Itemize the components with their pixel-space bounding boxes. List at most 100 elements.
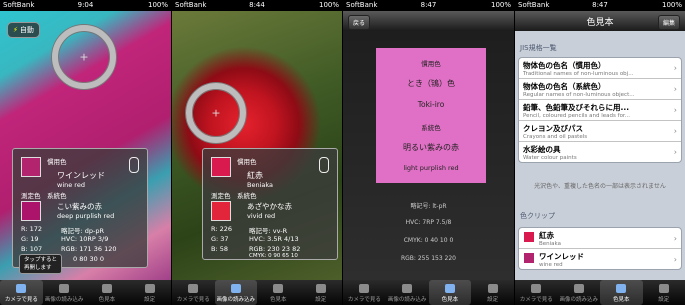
tab-settings[interactable]: 設定 (471, 280, 514, 305)
clock: 8:44 (249, 1, 265, 9)
image-icon (573, 284, 584, 293)
card-line-common-label: 慣用色 (421, 60, 441, 68)
tab-colorbook-label: 色見本 (612, 297, 630, 303)
tab-camera-label: カメラで見る (4, 297, 38, 303)
tab-image-label: 画像の読み込み (44, 297, 84, 303)
system-name-jp: こい紫みの赤 (57, 202, 102, 211)
measured-label: 測定色 (211, 192, 231, 200)
auto-label: 自動 (19, 26, 34, 34)
list-item[interactable]: 鉛筆、色鉛筆及びそれらに用... Pencil, coloured pencils… (519, 100, 681, 121)
section-clip-header: 色クリップ (520, 212, 555, 220)
color-card: 慣用色 とき（鴇）色 Toki-iro 系統色 明るい紫みの赤 light pu… (376, 48, 486, 183)
tab-colorbook-label: 色見本 (98, 297, 116, 303)
tab-camera[interactable]: カメラで見る (343, 280, 386, 305)
r-value: R: 226 (211, 225, 232, 233)
clip-item[interactable]: 紅赤 Beniaka › (519, 228, 681, 249)
color-picker-ring[interactable]: + (52, 25, 116, 89)
tab-camera[interactable]: カメラで見る (172, 280, 215, 305)
tab-colorbook-label: 色見本 (269, 297, 287, 303)
tab-colorbook-label: 色見本 (441, 297, 459, 303)
item-subtitle: Water colour paints (523, 155, 577, 161)
list-item[interactable]: クレヨン及びパス Crayons and oil pastels › (519, 121, 681, 142)
item-subtitle: Beniaka (539, 241, 561, 247)
status-bar: SoftBank 8:47 100% (343, 0, 514, 11)
tab-colorbook[interactable]: 色見本 (428, 280, 472, 305)
screen-color-book: SoftBank 8:47 100% 色見本 編集 JIS規格一覧 物体色の色名… (515, 0, 685, 305)
gear-icon (144, 284, 155, 293)
colorbook-icon (101, 284, 112, 293)
tab-image[interactable]: 画像の読み込み (386, 280, 429, 305)
chevron-right-icon: › (673, 126, 677, 136)
jis-group: 物体色の色名（慣用色） Traditional names of non-lumi… (518, 57, 682, 163)
list-item[interactable]: 水彩絵の具 Water colour paints › (519, 142, 681, 162)
tab-settings-label: 設定 (315, 297, 327, 303)
tab-camera-label: カメラで見る (519, 297, 553, 303)
clip-icon[interactable] (319, 157, 329, 173)
hvc-value: HVC: 7RP 7.5/8 (405, 219, 452, 226)
colorbook-icon (273, 284, 284, 293)
clock: 9:04 (77, 1, 94, 9)
color-picker-ring[interactable]: + (186, 83, 246, 143)
item-title: ワインレッド (539, 252, 584, 261)
tab-image-label: 画像の読み込み (216, 297, 255, 303)
tab-image[interactable]: 画像の読み込み (214, 280, 257, 305)
measured-label: 測定色 (21, 192, 41, 200)
tab-image[interactable]: 画像の読み込み (43, 280, 86, 305)
card-line-system-en: light purplish red (403, 164, 459, 172)
card-line-common-jp: とき（鴇）色 (407, 79, 455, 88)
cmyk-value: CMYK: 0 90 65 10 (249, 253, 298, 259)
item-subtitle: Traditional names of non-luminous obj... (523, 71, 634, 77)
cmyk-value: CMYK: 0 40 10 0 (403, 237, 454, 244)
hvc-value: HVC: 3.5R 4/13 (249, 235, 299, 243)
item-subtitle: Regular names of non-luminous object... (523, 92, 635, 98)
common-name-en: wine red (57, 181, 85, 189)
status-bar: SoftBank 8:44 100% (172, 0, 342, 11)
image-icon (402, 284, 413, 293)
edit-button[interactable]: 編集 (657, 15, 680, 30)
tab-settings[interactable]: 設定 (300, 280, 343, 305)
list-item[interactable]: 物体色の色名（慣用色） Traditional names of non-lumi… (519, 58, 681, 79)
gear-icon (487, 284, 498, 293)
tab-image[interactable]: 画像の読み込み (558, 280, 601, 305)
list-item[interactable]: 物体色の色名（系統色） Regular names of non-luminous… (519, 79, 681, 100)
card-line-common-en: Toki-iro (417, 100, 445, 109)
item-title: 水彩絵の具 (523, 145, 561, 154)
back-button[interactable]: 戻る (348, 15, 371, 30)
clip-icon[interactable] (129, 157, 139, 173)
tab-bar: カメラで見る 画像の読み込み 色見本 設定 (0, 280, 171, 305)
clip-color-swatch (524, 253, 534, 263)
tab-settings-label: 設定 (658, 297, 670, 303)
tab-bar: カメラで見る 画像の読み込み 色見本 設定 (343, 280, 514, 305)
clip-color-swatch (524, 232, 534, 242)
card-line-system-label: 系統色 (421, 124, 441, 132)
resume-tooltip[interactable]: タップすると 再開します (19, 254, 63, 274)
item-title: 物体色の色名（慣用色） (523, 61, 606, 70)
chevron-right-icon: › (673, 234, 677, 243)
tab-camera-label: カメラで見る (347, 297, 381, 303)
item-title: 鉛筆、色鉛筆及びそれらに用... (523, 103, 630, 112)
common-color-swatch (211, 157, 231, 177)
tab-camera[interactable]: カメラで見る (515, 280, 558, 305)
tab-settings[interactable]: 設定 (128, 280, 171, 305)
abbr-value: 略記号: vv-R (249, 227, 288, 235)
tab-colorbook[interactable]: 色見本 (257, 280, 300, 305)
clip-item[interactable]: ワインレッド wine red › (519, 249, 681, 269)
tab-colorbook[interactable]: 色見本 (600, 280, 643, 305)
tab-bar: カメラで見る 画像の読み込み 色見本 設定 (172, 280, 342, 305)
clock: 8:47 (420, 1, 437, 9)
crosshair-icon: + (79, 50, 89, 64)
g-value: G: 37 (211, 235, 229, 243)
chevron-right-icon: › (673, 147, 677, 157)
chevron-right-icon: › (673, 105, 677, 115)
tab-image-label: 画像の読み込み (559, 297, 598, 303)
tab-colorbook[interactable]: 色見本 (86, 280, 129, 305)
tab-settings[interactable]: 設定 (643, 280, 685, 305)
item-subtitle: wine red (539, 262, 563, 268)
camera-icon (531, 284, 542, 293)
chevron-right-icon: › (673, 255, 677, 264)
clip-group: 紅赤 Beniaka › ワインレッド wine red › (518, 227, 682, 270)
tab-camera[interactable]: カメラで見る (0, 280, 43, 305)
b-value: B: 107 (21, 245, 43, 253)
auto-button[interactable]: ⚡ 自動 (7, 22, 40, 38)
common-name-en: Beniaka (247, 181, 273, 189)
